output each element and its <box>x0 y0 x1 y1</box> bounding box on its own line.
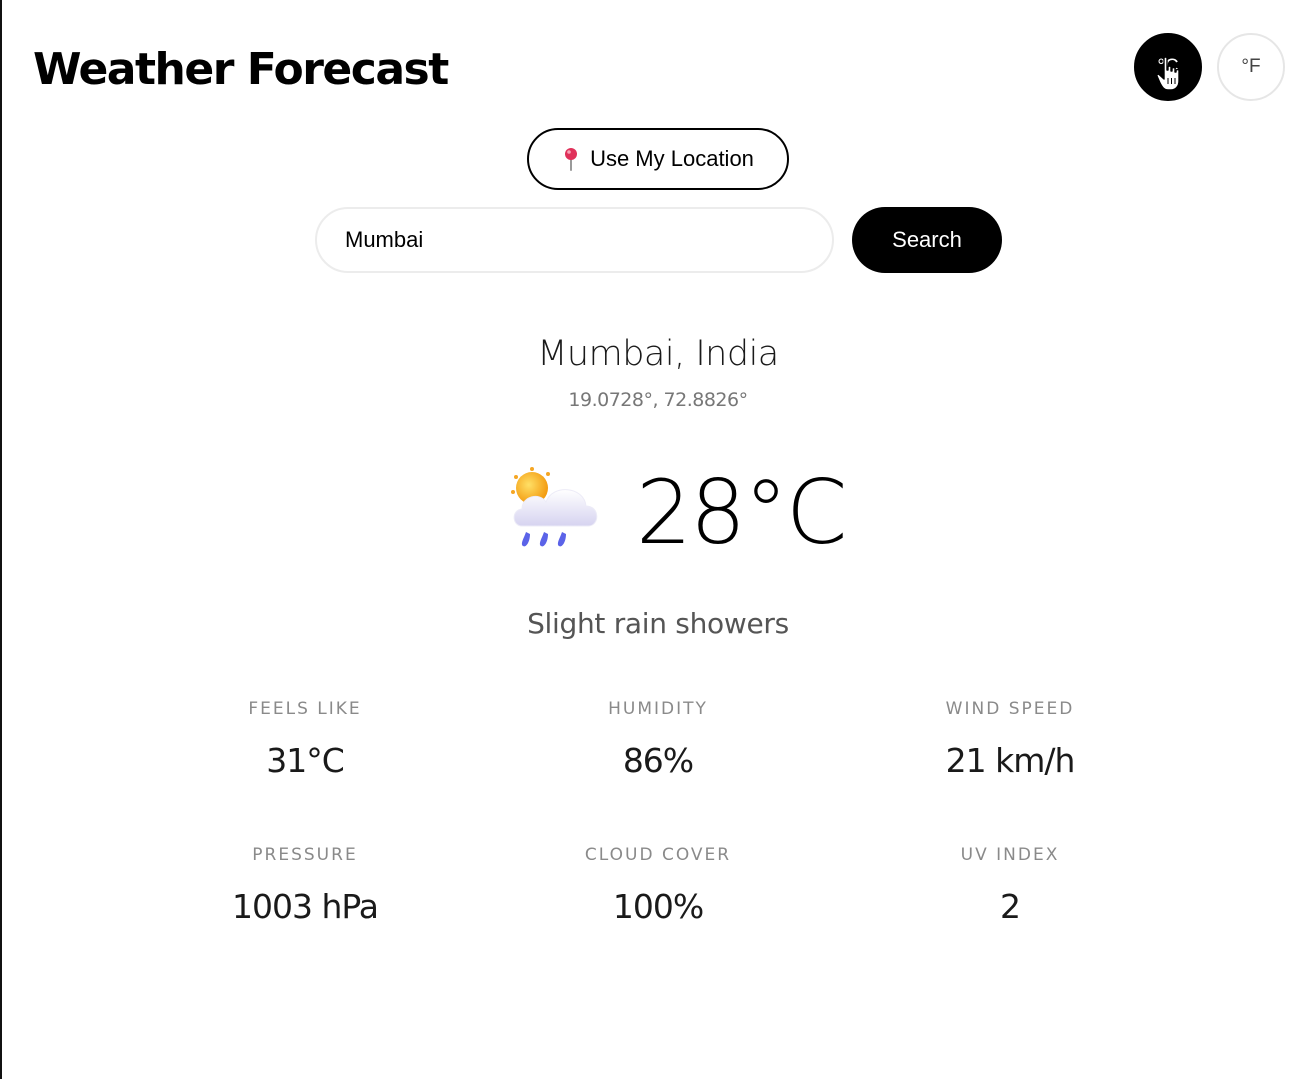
sun-behind-rain-cloud-icon <box>511 467 598 547</box>
stat-cloud-cover: CLOUD COVER 100% <box>508 843 808 929</box>
stat-value: 31°C <box>266 741 345 780</box>
use-my-location-button[interactable]: Use My Location <box>527 128 789 190</box>
location-coordinates: 19.0728°, 72.8826° <box>568 389 748 411</box>
search-button[interactable]: Search <box>852 207 1002 273</box>
stat-label: FEELS LIKE <box>248 699 362 719</box>
page-title: Weather Forecast <box>33 44 449 95</box>
current-temperature: 28°C <box>636 461 847 564</box>
celsius-toggle-button[interactable]: °C <box>1134 33 1202 101</box>
stat-wind-speed: WIND SPEED 21 km/h <box>860 697 1160 783</box>
stat-label: CLOUD COVER <box>584 845 732 865</box>
stat-label: UV INDEX <box>960 845 1060 865</box>
stat-value: 1003 hPa <box>231 887 379 926</box>
stat-label: HUMIDITY <box>608 699 708 719</box>
window-left-border <box>0 0 2 1079</box>
stat-value: 100% <box>612 887 704 926</box>
stat-pressure: PRESSURE 1003 hPa <box>155 843 455 929</box>
location-name: Mumbai, India <box>537 334 779 374</box>
map-pin-icon <box>565 148 578 171</box>
stat-label: WIND SPEED <box>945 699 1075 719</box>
city-search-input[interactable] <box>315 207 834 273</box>
stat-feels-like: FEELS LIKE 31°C <box>155 697 455 783</box>
stat-label: PRESSURE <box>252 845 358 865</box>
stat-humidity: HUMIDITY 86% <box>508 697 808 783</box>
stat-value: 86% <box>622 741 694 780</box>
use-my-location-label: Use My Location <box>590 146 754 171</box>
stat-value: 21 km/h <box>945 741 1076 780</box>
weather-condition: Slight rain showers <box>527 607 789 640</box>
stat-uv-index: UV INDEX 2 <box>860 843 1160 929</box>
fahrenheit-toggle-button[interactable]: °F <box>1217 33 1285 101</box>
stat-value: 2 <box>1000 887 1021 926</box>
